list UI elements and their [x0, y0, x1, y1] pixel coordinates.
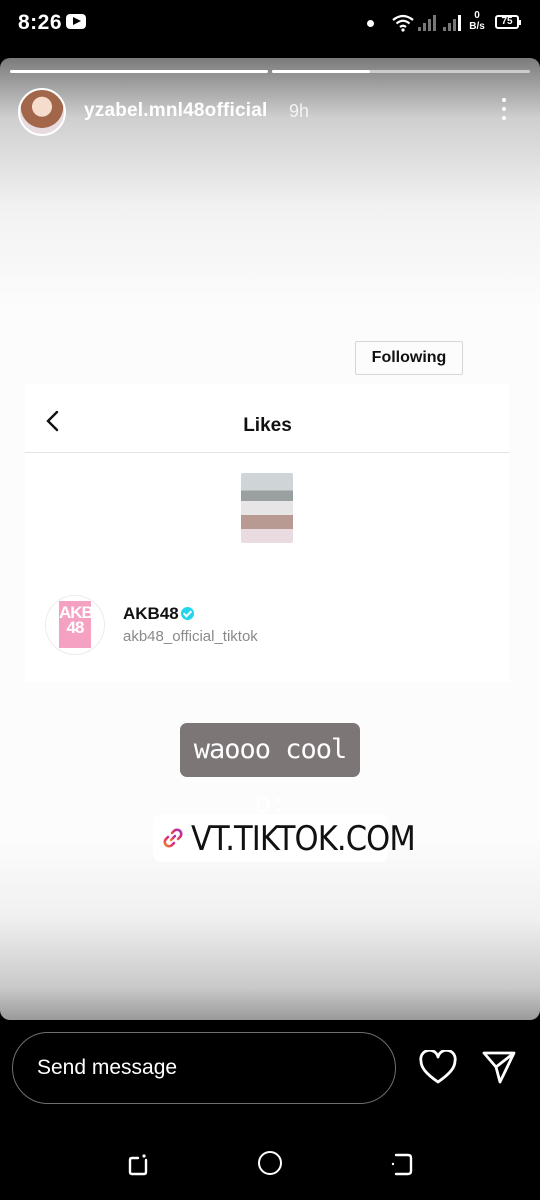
- link-icon: [163, 828, 183, 848]
- video-thumbnail: [241, 473, 293, 543]
- story-view[interactable]: yzabel.mnl48official 9h Likes AKB 48 AKB4…: [0, 58, 540, 1020]
- home-icon[interactable]: [258, 1151, 282, 1175]
- recent-apps-icon[interactable]: [125, 1151, 151, 1177]
- notification-dot-icon: [367, 20, 374, 27]
- link-sticker-text: VT.TIKTOK.COM: [191, 819, 416, 859]
- heart-icon[interactable]: [419, 1050, 457, 1085]
- akb48-logo: AKB 48: [59, 601, 94, 648]
- link-sticker[interactable]: VT.TIKTOK.COM: [153, 814, 416, 862]
- story-progress-fill: [272, 70, 371, 73]
- account-avatar: AKB 48: [45, 595, 105, 655]
- account-name: AKB48: [123, 604, 179, 623]
- youtube-icon: [66, 14, 86, 29]
- network-speed-unit: B/s: [469, 21, 485, 32]
- verified-badge-icon: [181, 607, 194, 620]
- battery-icon: 75: [495, 15, 521, 29]
- network-speed: 0 B/s: [466, 10, 488, 32]
- back-icon[interactable]: [389, 1151, 415, 1177]
- story-progress-segment: [272, 70, 530, 73]
- network-speed-value: 0: [474, 10, 480, 21]
- story-username[interactable]: yzabel.mnl48official: [84, 100, 268, 122]
- more-options-icon[interactable]: [499, 98, 509, 126]
- send-message-input[interactable]: Send message: [12, 1032, 396, 1104]
- send-icon[interactable]: [481, 1049, 517, 1085]
- tiktok-likes-card: Likes AKB 48 AKB48 akb48_official_tiktok: [25, 384, 510, 682]
- status-bar: 8:26 0 B/s 75: [0, 0, 540, 50]
- card-title: Likes: [243, 415, 292, 436]
- avatar[interactable]: [18, 88, 66, 136]
- signal-icon: [418, 15, 436, 31]
- divider: [25, 452, 510, 453]
- clock: 8:26: [18, 11, 63, 34]
- wifi-icon: [392, 14, 414, 32]
- story-time-ago: 9h: [289, 101, 310, 121]
- story-caption: waooo cool o:: [180, 723, 360, 819]
- story-progress-segment: [10, 70, 268, 73]
- account-handle: akb48_official_tiktok: [123, 628, 258, 645]
- following-button: Following: [355, 341, 463, 375]
- signal-icon: [443, 15, 461, 31]
